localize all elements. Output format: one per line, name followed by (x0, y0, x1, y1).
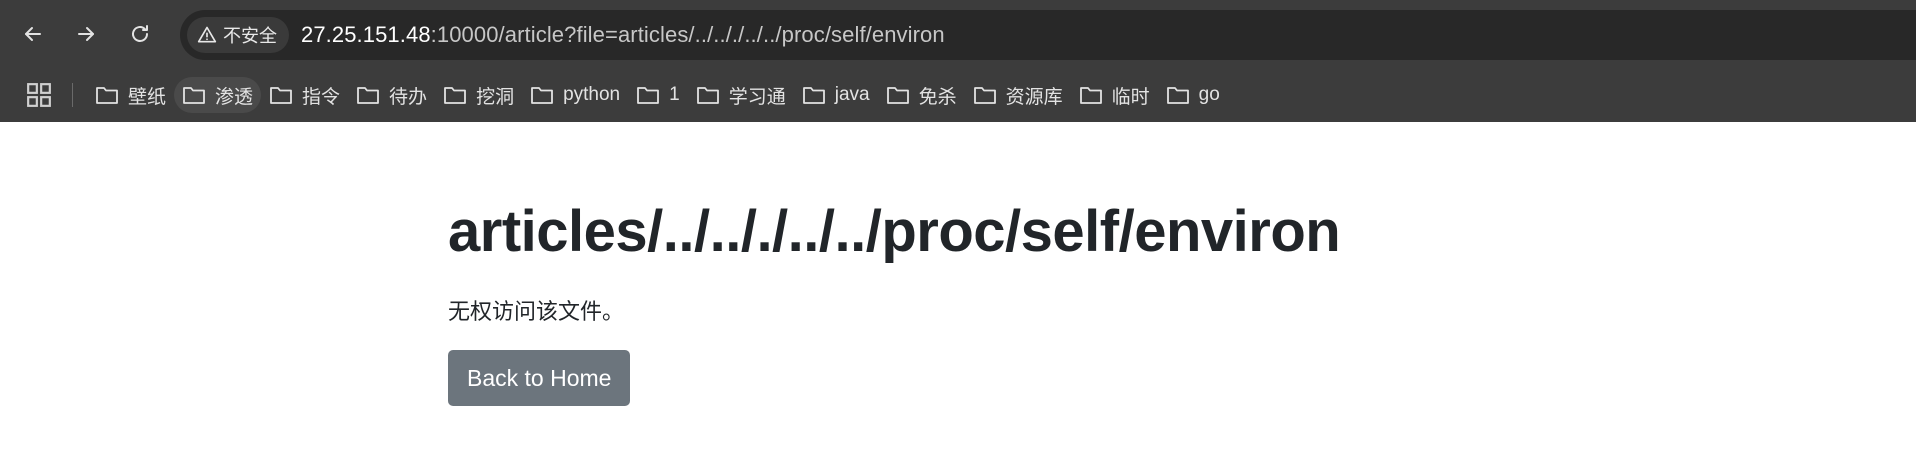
bookmark-label: 指令 (302, 86, 341, 108)
arrow-right-icon (78, 27, 94, 41)
arrow-left-icon (25, 27, 41, 41)
security-indicator[interactable]: 不安全 (187, 17, 289, 53)
bookmark-label: 壁纸 (128, 86, 167, 108)
folder-icon (696, 87, 719, 104)
back-to-home-button[interactable]: Back to Home (448, 349, 631, 406)
bookmark-label: go (1198, 84, 1220, 105)
back-button[interactable] (12, 13, 54, 55)
folder-icon (802, 87, 825, 104)
folder-icon (531, 87, 553, 104)
forward-button[interactable] (65, 13, 107, 55)
security-label: 不安全 (223, 26, 277, 46)
folder-icon (637, 87, 660, 104)
page-content: articles/../.././../../proc/self/environ… (448, 122, 1448, 406)
bookmark-label: 待办 (389, 86, 428, 108)
browser-toolbar: 不安全 27.25.151.48:10000/article?file=arti… (0, 0, 1916, 68)
bookmark-label: 1 (669, 84, 680, 105)
reload-button[interactable] (119, 13, 161, 55)
bookmark-folder[interactable]: 免杀 (878, 77, 965, 113)
folder-icon (96, 87, 118, 104)
bookmark-folder[interactable]: 临时 (1071, 77, 1158, 113)
folder-icon (270, 87, 292, 104)
bookmark-folder[interactable]: 壁纸 (87, 77, 174, 113)
bookmark-folder[interactable]: 指令 (261, 77, 348, 113)
bookmark-folder[interactable]: 渗透 (174, 77, 262, 113)
address-bar[interactable]: 不安全 27.25.151.48:10000/article?file=arti… (180, 10, 1916, 60)
folder-icon (357, 87, 379, 104)
bookmark-label: 挖洞 (476, 86, 515, 108)
bookmark-label: java (834, 84, 870, 105)
url-host: 27.25.151.48 (301, 22, 431, 47)
error-message: 无权访问该文件。 (448, 298, 625, 324)
page-title: articles/../.././../../proc/self/environ (448, 199, 1341, 264)
apps-grid-icon[interactable] (26, 82, 52, 108)
bookmark-folder[interactable]: 待办 (348, 77, 435, 113)
bookmark-label: python (563, 84, 621, 105)
url-path: :10000/article?file=articles/../.././../… (430, 22, 945, 47)
bookmarks-bar: 壁纸 渗透 指令 待办 挖洞 python 1 学习通 java 免杀 资源库 临时 go (0, 68, 1916, 122)
bookmark-folder[interactable]: 资源库 (965, 77, 1071, 113)
folder-icon (1079, 87, 1102, 104)
folder-icon (1166, 87, 1189, 104)
bookmarks-separator (72, 83, 73, 107)
bookmark-label: 免杀 (918, 86, 957, 108)
reload-icon (132, 25, 148, 42)
bookmark-folder[interactable]: 挖洞 (435, 77, 522, 113)
folder-icon (973, 87, 996, 104)
url-text[interactable]: 27.25.151.48:10000/article?file=articles… (301, 22, 945, 48)
bookmark-label: 学习通 (728, 86, 786, 108)
bookmark-folder[interactable]: 学习通 (688, 77, 794, 113)
bookmark-list: 壁纸 渗透 指令 待办 挖洞 python 1 学习通 java 免杀 资源库 临时 go (87, 77, 1228, 113)
bookmark-label: 渗透 (215, 86, 254, 108)
warning-triangle-icon (197, 26, 217, 43)
bookmark-folder[interactable]: java (794, 77, 878, 113)
folder-icon (444, 87, 466, 104)
bookmark-folder[interactable]: python (522, 77, 628, 113)
folder-icon (886, 87, 909, 104)
bookmark-folder[interactable]: 1 (628, 77, 688, 113)
bookmark-label: 临时 (1111, 86, 1150, 108)
bookmark-folder[interactable]: go (1158, 77, 1228, 113)
folder-icon (183, 87, 205, 104)
bookmark-label: 资源库 (1005, 86, 1063, 108)
